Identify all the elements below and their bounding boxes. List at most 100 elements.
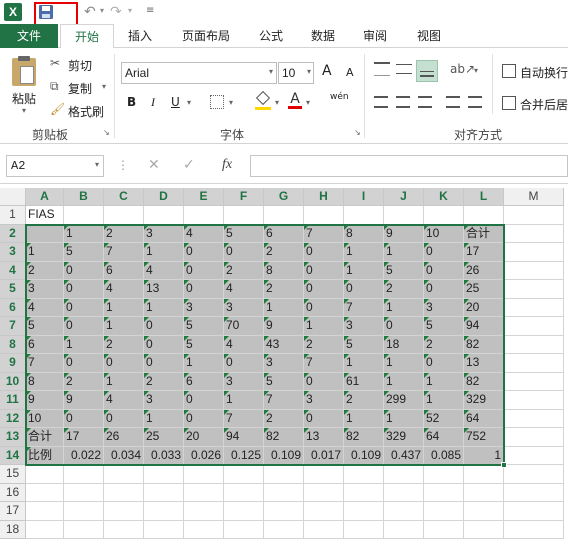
table-cell[interactable]: [344, 465, 384, 484]
font-launcher-icon[interactable]: ↘: [354, 128, 361, 137]
table-cell[interactable]: 0: [64, 354, 104, 373]
table-cell[interactable]: 25: [144, 428, 184, 447]
table-cell[interactable]: 0: [144, 336, 184, 355]
table-cell[interactable]: 26: [464, 262, 504, 281]
row-header[interactable]: 4: [0, 262, 26, 281]
table-cell[interactable]: 7: [104, 243, 144, 262]
table-cell[interactable]: 4: [26, 299, 64, 318]
table-cell[interactable]: [504, 465, 564, 484]
table-cell[interactable]: [224, 502, 264, 521]
table-cell[interactable]: [464, 521, 504, 539]
row-header[interactable]: 16: [0, 484, 26, 503]
table-cell[interactable]: 2: [264, 280, 304, 299]
table-cell[interactable]: 3: [224, 373, 264, 392]
table-cell[interactable]: 1: [384, 373, 424, 392]
table-cell[interactable]: 2: [384, 280, 424, 299]
table-cell[interactable]: 3: [184, 299, 224, 318]
table-cell[interactable]: [384, 502, 424, 521]
table-cell[interactable]: 0.109: [344, 447, 384, 466]
undo-dropdown-icon[interactable]: ▾: [100, 6, 104, 15]
table-cell[interactable]: 7: [26, 354, 64, 373]
table-cell[interactable]: 0: [384, 317, 424, 336]
table-cell[interactable]: 0: [184, 243, 224, 262]
table-cell[interactable]: [64, 521, 104, 539]
table-cell[interactable]: [104, 521, 144, 539]
column-header[interactable]: D: [144, 188, 184, 206]
table-cell[interactable]: 64: [424, 428, 464, 447]
row-header[interactable]: 2: [0, 225, 26, 244]
table-cell[interactable]: [64, 502, 104, 521]
table-cell[interactable]: 1: [264, 299, 304, 318]
table-cell[interactable]: 0: [64, 410, 104, 429]
wrap-text-button[interactable]: 自动换行: [520, 64, 568, 81]
table-cell[interactable]: 0: [184, 410, 224, 429]
table-cell[interactable]: 7: [264, 391, 304, 410]
table-cell[interactable]: 0.022: [64, 447, 104, 466]
merge-center-button[interactable]: 合并后居: [520, 96, 568, 113]
table-cell[interactable]: 9: [26, 391, 64, 410]
table-cell[interactable]: [184, 206, 224, 225]
table-cell[interactable]: 0: [184, 262, 224, 281]
table-cell[interactable]: 7: [304, 225, 344, 244]
table-cell[interactable]: 2: [264, 243, 304, 262]
table-cell[interactable]: 5: [184, 317, 224, 336]
table-cell[interactable]: 25: [464, 280, 504, 299]
table-cell[interactable]: 0: [64, 262, 104, 281]
table-cell[interactable]: [304, 521, 344, 539]
format-painter-button[interactable]: 格式刷: [68, 103, 104, 120]
table-cell[interactable]: 3: [144, 225, 184, 244]
row-header[interactable]: 7: [0, 317, 26, 336]
decrease-indent-icon[interactable]: [446, 96, 460, 108]
fill-handle[interactable]: [501, 462, 507, 468]
select-all-corner[interactable]: [0, 188, 26, 206]
column-header[interactable]: E: [184, 188, 224, 206]
table-cell[interactable]: 0: [184, 391, 224, 410]
table-cell[interactable]: [26, 502, 64, 521]
table-cell[interactable]: [26, 484, 64, 503]
table-cell[interactable]: 1: [104, 317, 144, 336]
table-cell[interactable]: 4: [104, 280, 144, 299]
table-cell[interactable]: 7: [304, 354, 344, 373]
table-cell[interactable]: [504, 317, 564, 336]
customize-qat-icon[interactable]: ≡: [146, 5, 154, 16]
table-cell[interactable]: 1: [344, 243, 384, 262]
table-cell[interactable]: [144, 521, 184, 539]
fill-color-icon[interactable]: [255, 93, 271, 107]
table-cell[interactable]: [424, 521, 464, 539]
row-header[interactable]: 5: [0, 280, 26, 299]
table-cell[interactable]: 4: [224, 336, 264, 355]
table-cell[interactable]: 0: [144, 354, 184, 373]
table-cell[interactable]: 1: [104, 299, 144, 318]
row-header[interactable]: 1: [0, 206, 26, 225]
table-cell[interactable]: [504, 521, 564, 539]
underline-button[interactable]: U: [171, 95, 180, 109]
row-header[interactable]: 11: [0, 391, 26, 410]
table-cell[interactable]: 2: [304, 336, 344, 355]
spreadsheet-grid[interactable]: ABCDEFGHIJKLM1FIAS212345678910合计31571002…: [0, 188, 568, 510]
table-cell[interactable]: 5: [424, 317, 464, 336]
table-cell[interactable]: [224, 206, 264, 225]
table-cell[interactable]: [304, 484, 344, 503]
table-cell[interactable]: 5: [184, 336, 224, 355]
table-cell[interactable]: 5: [384, 262, 424, 281]
table-cell[interactable]: [64, 484, 104, 503]
table-cell[interactable]: [424, 484, 464, 503]
table-cell[interactable]: 1: [184, 354, 224, 373]
row-header[interactable]: 10: [0, 373, 26, 392]
table-cell[interactable]: [104, 465, 144, 484]
insert-function-icon[interactable]: fx: [222, 157, 232, 173]
table-cell[interactable]: [264, 502, 304, 521]
table-cell[interactable]: 3: [344, 317, 384, 336]
table-cell[interactable]: [504, 354, 564, 373]
table-cell[interactable]: 26: [104, 428, 144, 447]
table-cell[interactable]: [344, 206, 384, 225]
table-cell[interactable]: 2: [424, 336, 464, 355]
table-cell[interactable]: [184, 465, 224, 484]
table-cell[interactable]: [504, 336, 564, 355]
tab-file[interactable]: 文件: [0, 24, 58, 48]
row-header[interactable]: 15: [0, 465, 26, 484]
table-cell[interactable]: 13: [304, 428, 344, 447]
font-size-select[interactable]: 10 ▾: [278, 62, 314, 84]
table-cell[interactable]: 0: [344, 280, 384, 299]
table-cell[interactable]: 17: [64, 428, 104, 447]
